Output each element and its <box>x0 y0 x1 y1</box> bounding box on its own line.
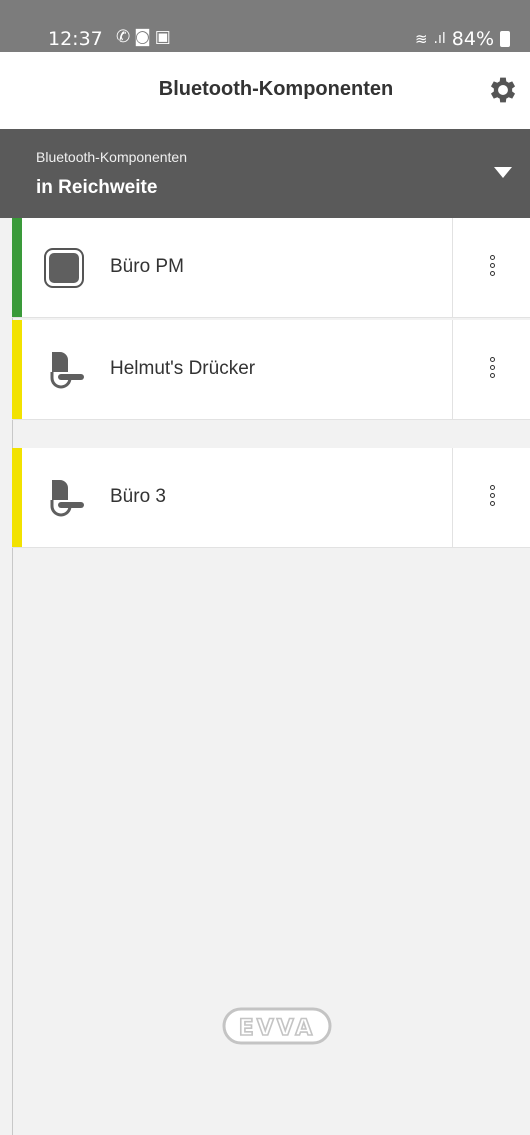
missed-call-icon: ✆ <box>116 27 131 47</box>
chevron-down-icon <box>494 167 512 178</box>
device-name: Helmut's Drücker <box>110 358 256 379</box>
signal-icon: .ıl <box>433 31 446 47</box>
door-handle-icon <box>50 480 84 517</box>
status-right: ≋ .ıl 84% <box>415 28 510 50</box>
battery-icon <box>500 31 510 47</box>
status-bar: 12:37 ✆ ◙ ▣ ≋ .ıl 84% <box>0 0 530 52</box>
door-handle-icon <box>50 352 84 389</box>
evva-logo: EVVA <box>222 1007 332 1045</box>
cylinder-icon <box>44 248 84 288</box>
wifi-icon: ≋ <box>414 30 428 48</box>
device-name: Büro PM <box>110 256 184 277</box>
app-bar: Bluetooth-Komponenten <box>0 52 530 129</box>
device-row-buero-3[interactable]: Büro 3 <box>12 448 530 548</box>
device-row-buero-pm[interactable]: Büro PM <box>12 218 530 318</box>
teams-icon: ◙ <box>134 27 151 47</box>
more-vert-icon <box>490 255 495 281</box>
status-time: 12:37 <box>48 28 103 50</box>
device-name: Büro 3 <box>110 486 166 507</box>
notification-icons: ✆ ◙ ▣ <box>116 27 171 47</box>
status-stripe <box>12 218 22 317</box>
filter-value: in Reichweite <box>36 177 158 198</box>
svg-text:EVVA: EVVA <box>239 1016 316 1041</box>
status-stripe <box>12 320 22 419</box>
page-title: Bluetooth-Komponenten <box>158 78 394 100</box>
filter-label: Bluetooth-Komponenten <box>36 149 187 165</box>
device-menu-button[interactable] <box>452 320 530 419</box>
device-menu-button[interactable] <box>452 218 530 317</box>
gear-icon[interactable] <box>486 73 520 107</box>
more-vert-icon <box>490 485 495 511</box>
outlook-icon: ▣ <box>154 27 171 47</box>
more-vert-icon <box>490 357 495 383</box>
status-stripe <box>12 448 22 547</box>
device-row-helmuts-druecker[interactable]: Helmut's Drücker <box>12 320 530 420</box>
device-menu-button[interactable] <box>452 448 530 547</box>
battery-label: 84% <box>451 28 494 50</box>
range-filter-dropdown[interactable]: Bluetooth-Komponenten in Reichweite <box>0 129 530 218</box>
